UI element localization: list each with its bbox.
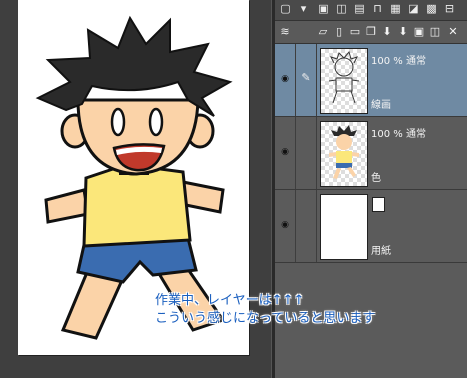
caption-line-1: 作業中、レイヤーは↑↑↑ <box>155 293 305 308</box>
layer-menu-icon[interactable]: ≋ <box>279 25 291 39</box>
paper-layer-icon <box>372 197 385 212</box>
lineart-thumbnail-icon <box>328 50 360 104</box>
settings-icon[interactable]: ▩ <box>425 2 438 15</box>
layer-thumbnail <box>320 48 368 114</box>
layer-blend-mode: 100 % 通常 <box>371 56 426 67</box>
visibility-toggle[interactable]: ◉ <box>275 44 296 116</box>
merge-visible-icon[interactable]: ⬇ <box>397 25 409 39</box>
layer-row-lineart[interactable]: ◉ ✎ 100 % 通常 線画 <box>275 44 467 117</box>
new-vector-layer-icon[interactable]: ▯ <box>333 25 345 39</box>
chevron-down-icon[interactable]: ▾ <box>297 2 310 15</box>
eye-icon[interactable]: ◉ <box>279 221 291 230</box>
edit-indicator[interactable] <box>296 117 317 189</box>
new-layer-icon[interactable]: ▱ <box>317 25 329 39</box>
edit-indicator[interactable]: ✎ <box>296 44 317 116</box>
caption-line-2: こういう感じになっていると思います <box>155 311 376 326</box>
eye-icon[interactable]: ◉ <box>279 148 291 157</box>
ref-icon[interactable]: ▤ <box>353 2 366 15</box>
apply-mask-icon[interactable]: ◫ <box>429 25 441 39</box>
visibility-toggle[interactable]: ◉ <box>275 190 296 262</box>
top-toolbar: ▢ ▾ ▣ ◫ ▤ ⊓ ▦ ◪ ▩ ⊟ <box>275 0 467 21</box>
transparency-lock-icon[interactable]: ▦ <box>389 2 402 15</box>
caption-annotation: 作業中、レイヤーは↑↑↑ こういう感じになっていると思います <box>155 292 375 328</box>
eye-icon[interactable]: ◉ <box>279 75 291 84</box>
new-folder-icon[interactable]: ▭ <box>349 25 361 39</box>
layer-name: 線画 <box>371 100 391 111</box>
layer-icon[interactable]: ▣ <box>317 2 330 15</box>
copy-layer-icon[interactable]: ❐ <box>365 25 377 39</box>
layer-row-paper[interactable]: ◉ 用紙 <box>275 190 467 263</box>
layer-blend-mode: 100 % 通常 <box>371 129 426 140</box>
pencil-icon: ✎ <box>301 71 311 84</box>
merge-down-icon[interactable]: ⬇ <box>381 25 393 39</box>
visibility-toggle[interactable]: ◉ <box>275 117 296 189</box>
lock-icon[interactable]: ⊓ <box>371 2 384 15</box>
edit-indicator[interactable] <box>296 190 317 262</box>
layer-row-color[interactable]: ◉ 100 % 通常 色 <box>275 117 467 190</box>
color-swatch-icon[interactable]: ▢ <box>279 2 292 15</box>
layer-toolbar: ≋ ▱ ▯ ▭ ❐ ⬇ ⬇ ▣ ◫ ✕ <box>275 21 467 44</box>
layer-name: 用紙 <box>371 246 391 257</box>
layer-name: 色 <box>371 173 381 184</box>
mask-icon[interactable]: ◪ <box>407 2 420 15</box>
clip-icon[interactable]: ◫ <box>335 2 348 15</box>
delete-layer-icon[interactable]: ✕ <box>447 25 459 39</box>
mask-layer-icon[interactable]: ▣ <box>413 25 425 39</box>
color-thumbnail-icon <box>329 125 359 179</box>
menu-icon[interactable]: ⊟ <box>443 2 456 15</box>
layer-thumbnail <box>320 194 368 260</box>
layer-thumbnail <box>320 121 368 187</box>
